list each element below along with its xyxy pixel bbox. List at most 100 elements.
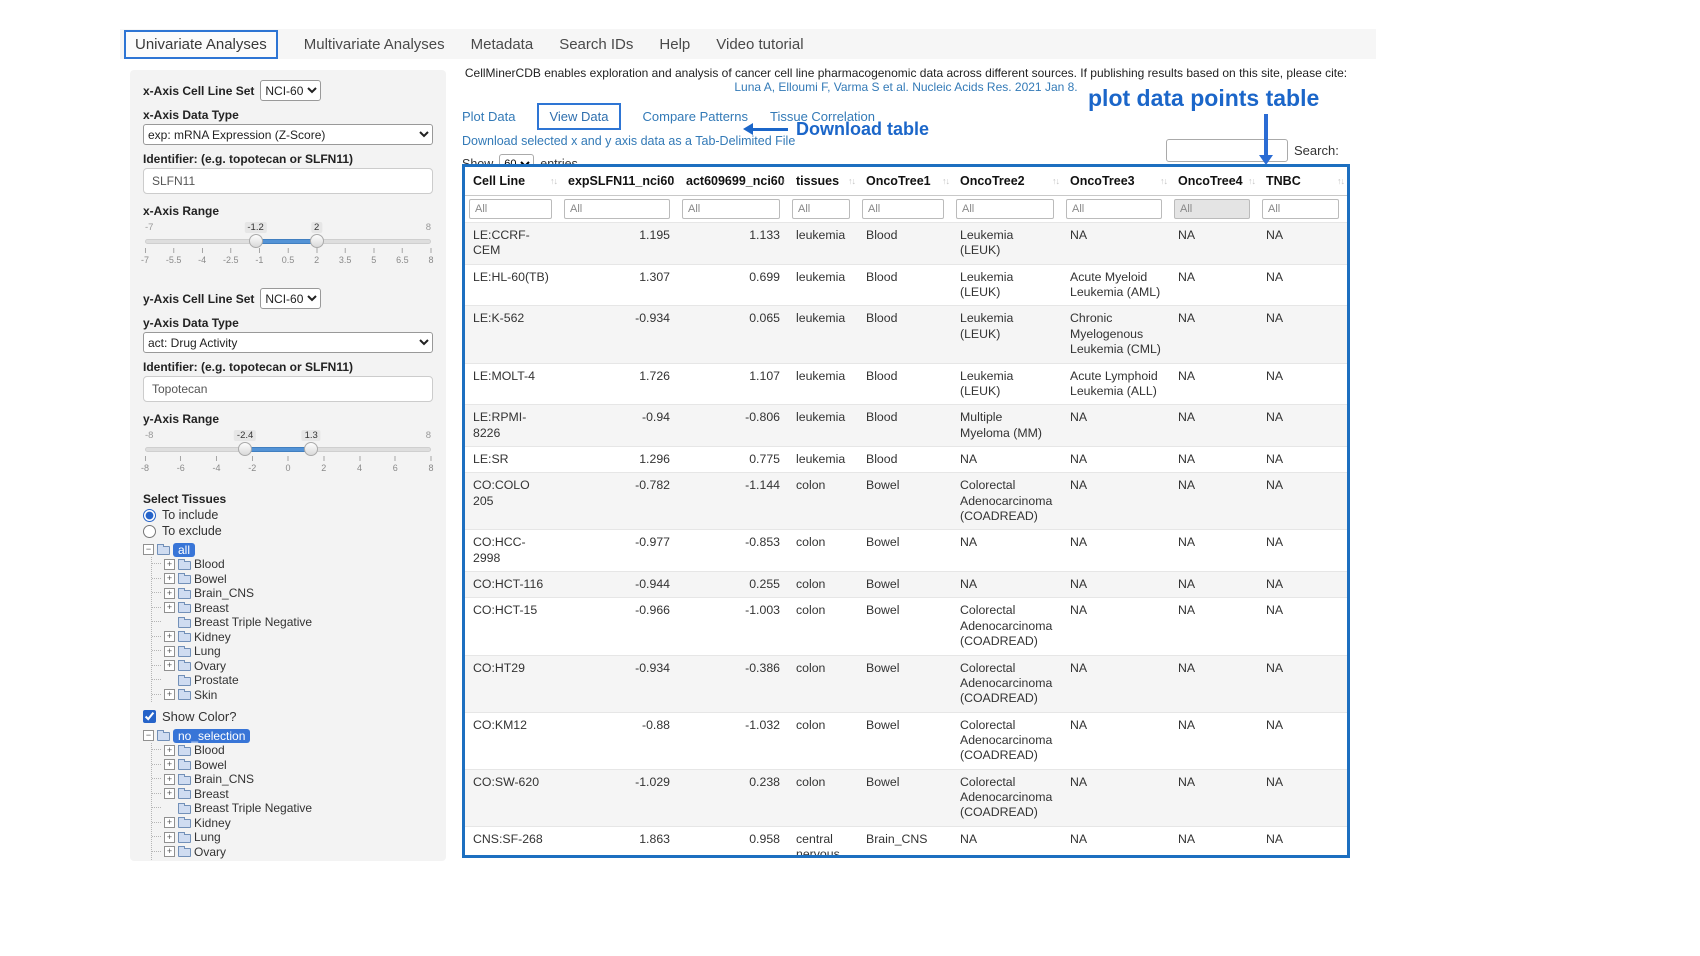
filter-input-cell-line[interactable] bbox=[469, 199, 552, 219]
radio-to-include[interactable]: To include bbox=[143, 508, 433, 522]
tree-item-kidney[interactable]: +Kidney bbox=[152, 816, 433, 831]
table-row-le-rpmi-8226[interactable]: LE:RPMI-8226-0.94-0.806leukemiaBloodMult… bbox=[465, 405, 1347, 447]
slider-handle-high[interactable] bbox=[304, 442, 318, 456]
column-header-oncotree2[interactable]: OncoTree2↑↓ bbox=[952, 167, 1062, 196]
expand-icon[interactable]: + bbox=[164, 588, 175, 599]
column-header-oncotree4[interactable]: OncoTree4↑↓ bbox=[1170, 167, 1258, 196]
nav-item-video-tutorial[interactable]: Video tutorial bbox=[716, 36, 803, 53]
slider-handle-low[interactable] bbox=[238, 442, 252, 456]
tree-item-kidney[interactable]: +Kidney bbox=[152, 630, 433, 645]
expand-icon[interactable]: + bbox=[164, 846, 175, 857]
sort-icon[interactable]: ↑↓ bbox=[942, 176, 949, 186]
nav-item-help[interactable]: Help bbox=[659, 36, 690, 53]
nav-item-metadata[interactable]: Metadata bbox=[471, 36, 534, 53]
expand-icon[interactable]: + bbox=[164, 817, 175, 828]
expand-icon[interactable]: + bbox=[164, 689, 175, 700]
expand-icon[interactable]: + bbox=[164, 559, 175, 570]
column-header-cell-line[interactable]: Cell Line↑↓ bbox=[465, 167, 560, 196]
y-cell-line-set-select[interactable]: NCI-60 bbox=[260, 288, 321, 309]
x-cell-line-set-select[interactable]: NCI-60 bbox=[260, 80, 321, 101]
table-row-le-k-562[interactable]: LE:K-562-0.9340.065leukemiaBloodLeukemia… bbox=[465, 306, 1347, 363]
tree-item-blood[interactable]: +Blood bbox=[152, 743, 433, 758]
expand-icon[interactable]: + bbox=[164, 631, 175, 642]
tree-item-bowel[interactable]: +Bowel bbox=[152, 758, 433, 773]
filter-input-act609699-nci60[interactable] bbox=[682, 199, 780, 219]
y-range-slider[interactable]: -8 8 -2.4 1.3 -8-6-4-202468 bbox=[145, 430, 431, 482]
tab-plot-data[interactable]: Plot Data bbox=[462, 109, 515, 124]
radio-to-exclude[interactable]: To exclude bbox=[143, 524, 433, 538]
tree-item-breast[interactable]: +Breast bbox=[152, 601, 433, 616]
tree-item-blood[interactable]: +Blood bbox=[152, 557, 433, 572]
tree-item-prostate[interactable]: Prostate bbox=[152, 859, 433, 861]
tree-item-bowel[interactable]: +Bowel bbox=[152, 572, 433, 587]
radio-to-exclude-input[interactable] bbox=[143, 525, 156, 538]
show-color-row[interactable]: Show Color? bbox=[143, 709, 433, 724]
expand-icon[interactable]: + bbox=[164, 646, 175, 657]
x-range-slider[interactable]: -7 8 -1.2 2 -7-5.5-4-2.5-10.523.556.58 bbox=[145, 222, 431, 274]
table-row-co-hct-116[interactable]: CO:HCT-116-0.9440.255colonBowelNANANANA bbox=[465, 572, 1347, 598]
sort-icon[interactable]: ↑↓ bbox=[550, 176, 557, 186]
collapse-icon[interactable]: − bbox=[143, 544, 154, 555]
expand-icon[interactable]: + bbox=[164, 832, 175, 843]
sort-icon[interactable]: ↑↓ bbox=[778, 176, 785, 186]
column-header-tissues[interactable]: tissues↑↓ bbox=[788, 167, 858, 196]
expand-icon[interactable]: + bbox=[164, 573, 175, 584]
expand-icon[interactable]: + bbox=[164, 602, 175, 613]
filter-input-expslfn11-nci60[interactable] bbox=[564, 199, 670, 219]
sort-icon[interactable]: ↑↓ bbox=[848, 176, 855, 186]
filter-input-tissues[interactable] bbox=[792, 199, 850, 219]
expand-icon[interactable]: + bbox=[164, 660, 175, 671]
tree-item-breast[interactable]: +Breast bbox=[152, 787, 433, 802]
tree-item-lung[interactable]: +Lung bbox=[152, 644, 433, 659]
radio-to-include-input[interactable] bbox=[143, 509, 156, 522]
expand-icon[interactable]: + bbox=[164, 759, 175, 770]
column-header-tnbc[interactable]: TNBC↑↓ bbox=[1258, 167, 1347, 196]
tree-item-ovary[interactable]: +Ovary bbox=[152, 659, 433, 674]
filter-input-oncotree2[interactable] bbox=[956, 199, 1054, 219]
tree-item-skin[interactable]: +Skin bbox=[152, 688, 433, 703]
column-header-oncotree3[interactable]: OncoTree3↑↓ bbox=[1062, 167, 1170, 196]
slider-range-bar[interactable] bbox=[256, 239, 317, 244]
slider-range-bar[interactable] bbox=[245, 447, 311, 452]
column-header-oncotree1[interactable]: OncoTree1↑↓ bbox=[858, 167, 952, 196]
table-row-le-molt-4[interactable]: LE:MOLT-41.7261.107leukemiaBloodLeukemia… bbox=[465, 363, 1347, 405]
table-row-co-colo-205[interactable]: CO:COLO 205-0.782-1.144colonBowelColorec… bbox=[465, 473, 1347, 530]
filter-input-oncotree4[interactable] bbox=[1174, 199, 1250, 219]
sort-icon[interactable]: ↑↓ bbox=[1337, 176, 1344, 186]
table-row-co-km12[interactable]: CO:KM12-0.88-1.032colonBowelColorectal A… bbox=[465, 712, 1347, 769]
expand-icon[interactable]: + bbox=[164, 774, 175, 785]
show-color-checkbox[interactable] bbox=[143, 710, 156, 723]
tree-root-no-selection[interactable]: −no_selection bbox=[143, 728, 433, 743]
table-row-le-hl-60-tb[interactable]: LE:HL-60(TB)1.3070.699leukemiaBloodLeuke… bbox=[465, 264, 1347, 306]
table-row-le-sr[interactable]: LE:SR1.2960.775leukemiaBloodNANANANA bbox=[465, 446, 1347, 472]
tab-view-data[interactable]: View Data bbox=[537, 103, 620, 130]
tab-compare-patterns[interactable]: Compare Patterns bbox=[643, 109, 749, 124]
tree-item-ovary[interactable]: +Ovary bbox=[152, 845, 433, 860]
sort-icon[interactable]: ↑↓ bbox=[1248, 176, 1255, 186]
table-row-cns-sf-268[interactable]: CNS:SF-2681.8630.958central nervous syst… bbox=[465, 826, 1347, 858]
expand-icon[interactable]: + bbox=[164, 788, 175, 799]
column-header-act609699-nci60[interactable]: act609699_nci60↑↓ bbox=[678, 167, 788, 196]
tree-item-prostate[interactable]: Prostate bbox=[152, 673, 433, 688]
x-data-type-select[interactable]: exp: mRNA Expression (Z-Score) bbox=[143, 124, 433, 145]
slider-handle-high[interactable] bbox=[310, 234, 324, 248]
sort-icon[interactable]: ↑↓ bbox=[1160, 176, 1167, 186]
slider-handle-low[interactable] bbox=[249, 234, 263, 248]
nav-item-multivariate-analyses[interactable]: Multivariate Analyses bbox=[304, 36, 445, 53]
tree-item-lung[interactable]: +Lung bbox=[152, 830, 433, 845]
tree-item-brain-cns[interactable]: +Brain_CNS bbox=[152, 586, 433, 601]
download-tab-delimited-link[interactable]: Download selected x and y axis data as a… bbox=[462, 134, 795, 148]
column-header-expslfn11-nci60[interactable]: expSLFN11_nci60↑↓ bbox=[560, 167, 678, 196]
table-row-le-ccrf-cem[interactable]: LE:CCRF-CEM1.1951.133leukemiaBloodLeukem… bbox=[465, 223, 1347, 265]
table-row-co-hct-15[interactable]: CO:HCT-15-0.966-1.003colonBowelColorecta… bbox=[465, 598, 1347, 655]
tree-item-breast-triple-negative[interactable]: Breast Triple Negative bbox=[152, 801, 433, 816]
table-row-co-ht29[interactable]: CO:HT29-0.934-0.386colonBowelColorectal … bbox=[465, 655, 1347, 712]
tree-item-breast-triple-negative[interactable]: Breast Triple Negative bbox=[152, 615, 433, 630]
table-row-co-sw-620[interactable]: CO:SW-620-1.0290.238colonBowelColorectal… bbox=[465, 769, 1347, 826]
x-identifier-input[interactable] bbox=[143, 168, 433, 194]
sort-icon[interactable]: ↑↓ bbox=[668, 176, 675, 186]
collapse-icon[interactable]: − bbox=[143, 730, 154, 741]
expand-icon[interactable]: + bbox=[164, 745, 175, 756]
y-data-type-select[interactable]: act: Drug Activity bbox=[143, 332, 433, 353]
nav-item-univariate-analyses[interactable]: Univariate Analyses bbox=[124, 30, 278, 59]
